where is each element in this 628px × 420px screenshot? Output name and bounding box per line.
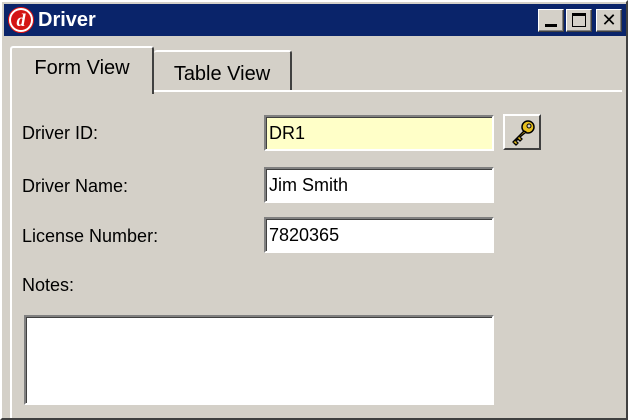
app-logo-letter: d: [11, 10, 31, 30]
driver-window: d Driver ✕ Form View Table View Driver I…: [0, 0, 628, 420]
minimize-icon: [545, 24, 557, 27]
app-logo-icon[interactable]: d: [8, 7, 34, 33]
close-icon: ✕: [601, 10, 617, 30]
maximize-icon: [572, 13, 586, 27]
maximize-button[interactable]: [566, 9, 592, 32]
tab-form-view[interactable]: Form View: [10, 46, 154, 94]
tab-table-view[interactable]: Table View: [154, 50, 292, 90]
minimize-button[interactable]: [538, 9, 564, 32]
window-title: Driver: [38, 9, 96, 31]
close-button[interactable]: ✕: [596, 9, 622, 32]
title-bar[interactable]: d Driver ✕: [4, 4, 626, 36]
form-panel: [10, 90, 622, 418]
